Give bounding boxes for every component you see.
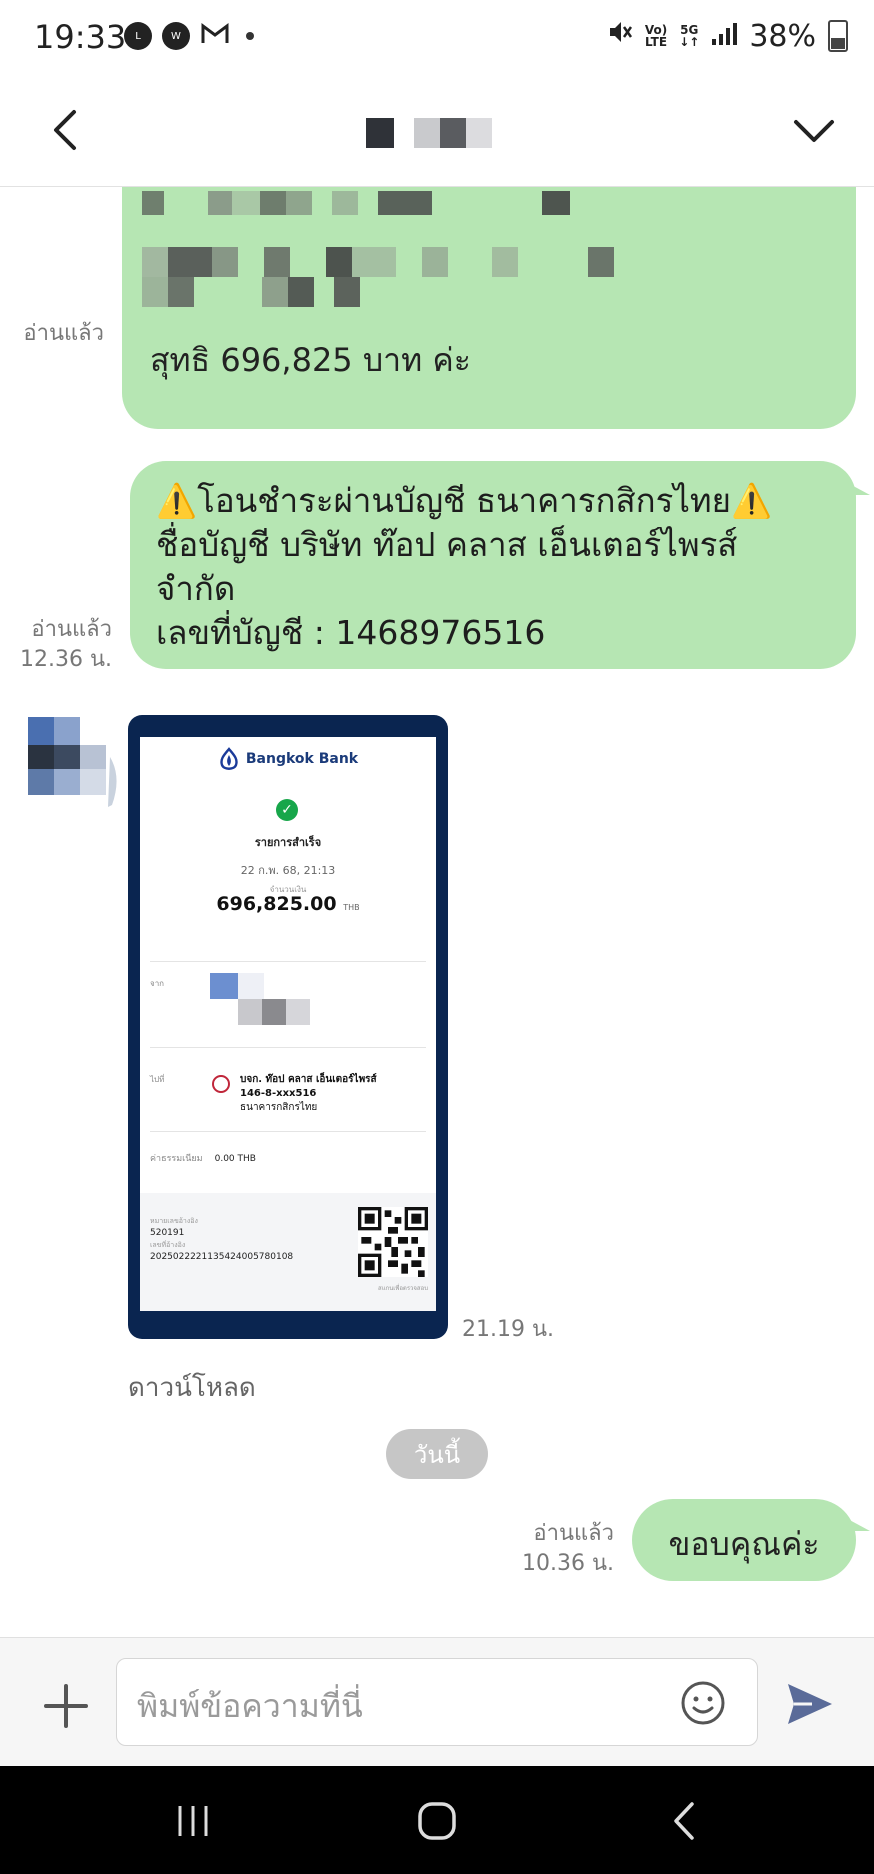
gmail-icon xyxy=(200,22,230,50)
battery-percent: 38% xyxy=(749,18,816,54)
plus-icon xyxy=(44,1684,88,1728)
message-text: ขอบคุณค่ะ xyxy=(668,1525,820,1563)
5g-icon: 5G ↓↑ xyxy=(679,23,700,49)
back-button[interactable] xyxy=(38,100,98,160)
divider xyxy=(150,1047,426,1048)
recent-apps-icon xyxy=(178,1806,208,1836)
divider xyxy=(150,961,426,962)
wechat-icon: W xyxy=(162,22,190,50)
emoji-button[interactable] xyxy=(679,1679,727,1727)
message-time: 21.19 น. xyxy=(462,1317,555,1342)
home-button[interactable] xyxy=(412,1796,462,1846)
chevron-down-icon xyxy=(794,120,834,142)
line-icon: L xyxy=(124,22,152,50)
home-icon xyxy=(418,1802,456,1840)
emoji-icon xyxy=(681,1681,725,1725)
input-placeholder: พิมพ์ข้อความที่นี่ xyxy=(137,1687,363,1725)
back-nav-button[interactable] xyxy=(660,1796,710,1846)
dot-icon xyxy=(246,32,254,40)
bangkok-bank-logo-icon xyxy=(220,747,238,770)
volte-icon: Vo) LTE xyxy=(644,23,668,49)
message-bubble-outgoing[interactable]: สุทธิ 696,825 บาท ค่ะ xyxy=(122,187,856,429)
read-receipt: อ่านแล้ว 12.36 น. xyxy=(19,617,112,672)
image-message[interactable]: Bangkok Bank ✓ รายการสำเร็จ 22 ก.พ. 68, … xyxy=(128,715,448,1339)
back-icon xyxy=(54,110,76,150)
recipient-details: บจก. ท๊อป คลาส เอ็นเตอร์ไพรส์ 146-8-xxx5… xyxy=(240,1074,377,1113)
chat-title-redacted xyxy=(366,118,510,148)
kasikorn-logo-icon xyxy=(212,1075,230,1093)
signal-icon xyxy=(711,19,738,54)
read-receipt: อ่านแล้ว xyxy=(23,321,104,346)
message-bubble-outgoing[interactable]: ⚠️โอนชำระผ่านบัญชี ธนาคารกสิกรไทย⚠️ ชื่อ… xyxy=(130,461,870,669)
transfer-receipt: Bangkok Bank ✓ รายการสำเร็จ 22 ก.พ. 68, … xyxy=(140,737,436,1311)
download-link[interactable]: ดาวน์โหลด xyxy=(128,1367,256,1408)
success-check-icon: ✓ xyxy=(276,799,298,821)
message-composer: พิมพ์ข้อความที่นี่ xyxy=(0,1637,874,1766)
message-input[interactable]: พิมพ์ข้อความที่นี่ xyxy=(116,1658,758,1746)
bubble-tail xyxy=(844,1517,870,1531)
system-status: Vo) LTE 5G ↓↑ 38% xyxy=(607,18,848,54)
redacted-sender xyxy=(210,973,320,1041)
bubble-tail xyxy=(844,481,870,495)
system-navigation-bar xyxy=(0,1766,874,1874)
receipt-amount: 696,825.00 THB xyxy=(216,893,360,915)
mute-icon xyxy=(607,18,633,54)
header-menu-button[interactable] xyxy=(784,100,844,160)
add-attachment-button[interactable] xyxy=(36,1676,96,1736)
back-nav-icon xyxy=(674,1802,694,1840)
chat-header xyxy=(0,78,874,187)
read-receipt: อ่านแล้ว 10.36 น. xyxy=(521,1521,614,1576)
reference-numbers: หมายเลขอ้างอิง 520191 เลขที่อ้างอิง 2025… xyxy=(150,1217,294,1262)
fee-row: ค่าธรรมเนียม 0.00 THB xyxy=(150,1154,256,1164)
redacted-text xyxy=(142,247,614,277)
notification-icons: L W xyxy=(124,22,254,50)
status-time: 19:33 xyxy=(34,18,127,56)
from-label: จาก xyxy=(150,979,165,988)
bank-logo: Bangkok Bank xyxy=(140,747,436,771)
message-bubble-outgoing[interactable]: ขอบคุณค่ะ xyxy=(632,1499,870,1581)
message-text: ⚠️โอนชำระผ่านบัญชี ธนาคารกสิกรไทย⚠️ ชื่อ… xyxy=(156,481,773,652)
date-divider: วันนี้ xyxy=(386,1429,488,1479)
status-bar: 19:33 L W Vo) LTE 5G ↓↑ 38% xyxy=(0,0,874,78)
recent-apps-button[interactable] xyxy=(168,1796,218,1846)
redacted-text xyxy=(142,277,360,307)
sender-avatar[interactable] xyxy=(28,717,118,813)
divider xyxy=(150,1131,426,1132)
to-label: ไปที่ xyxy=(150,1075,165,1084)
message-text: สุทธิ 696,825 บาท ค่ะ xyxy=(150,341,471,379)
send-icon xyxy=(788,1684,832,1724)
qr-code-icon xyxy=(358,1207,428,1277)
qr-caption: สแกนเพื่อตรวจสอบ xyxy=(378,1285,428,1292)
receipt-status: รายการสำเร็จ xyxy=(254,836,322,849)
receipt-date: 22 ก.พ. 68, 21:13 xyxy=(240,864,336,877)
battery-icon xyxy=(828,20,848,52)
redacted-text xyxy=(142,191,570,215)
send-button[interactable] xyxy=(782,1676,838,1732)
chat-area[interactable]: สุทธิ 696,825 บาท ค่ะ อ่านแล้ว ⚠️โอนชำระ… xyxy=(0,187,874,1637)
